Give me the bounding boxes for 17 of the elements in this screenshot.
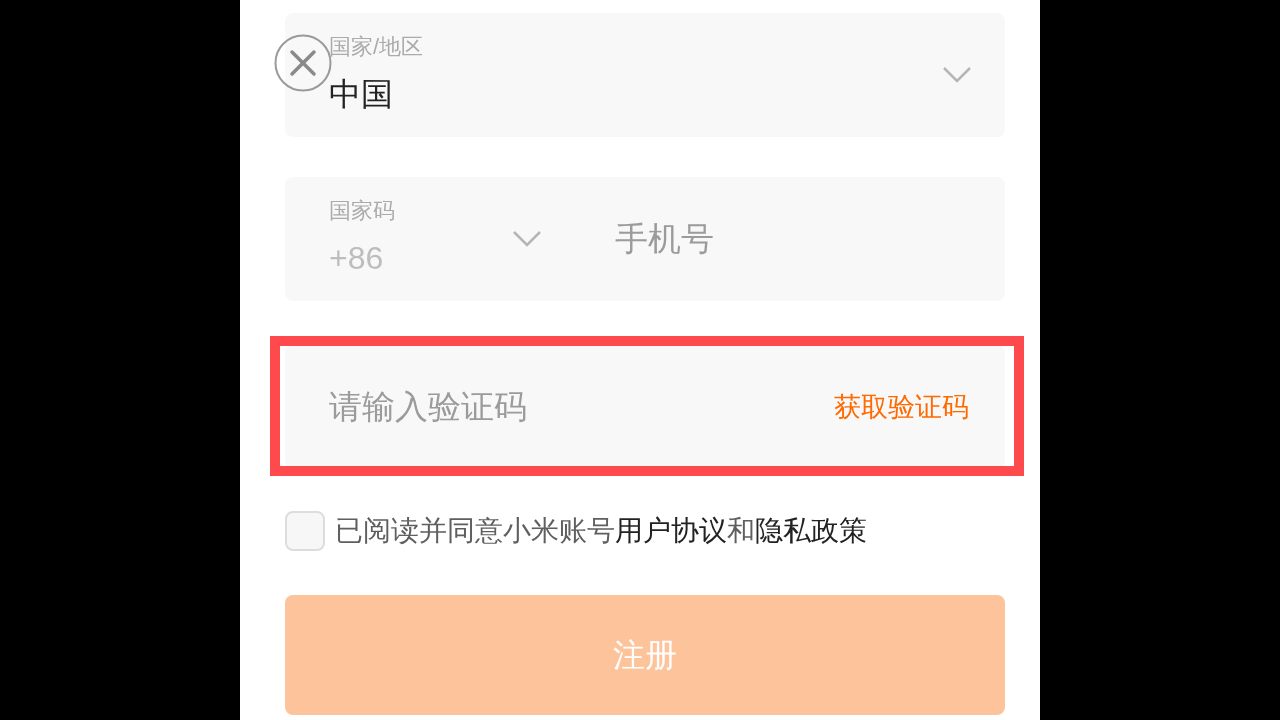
agreement-text: 已阅读并同意小米账号用户协议和隐私政策 [335,514,867,548]
phone-field[interactable]: 国家码 +86 手机号 [285,177,1005,301]
user-agreement-link[interactable]: 用户协议 [615,515,727,546]
agreement-checkbox[interactable] [285,511,325,551]
get-code-button[interactable]: 获取验证码 [834,389,969,425]
verification-code-field[interactable]: 请输入验证码 获取验证码 [285,345,1005,469]
chevron-down-icon [943,67,971,83]
country-code-label: 国家码 [329,197,395,225]
region-value: 中国 [329,75,393,114]
close-icon[interactable] [274,34,332,92]
country-code-value[interactable]: +86 [329,238,384,278]
phone-input[interactable]: 手机号 [615,209,985,269]
verification-code-input[interactable]: 请输入验证码 [329,377,834,437]
region-select[interactable]: 国家/地区 中国 [285,13,1005,137]
region-label: 国家/地区 [329,33,424,61]
chevron-down-icon [513,231,541,247]
privacy-policy-link[interactable]: 隐私政策 [755,515,867,546]
